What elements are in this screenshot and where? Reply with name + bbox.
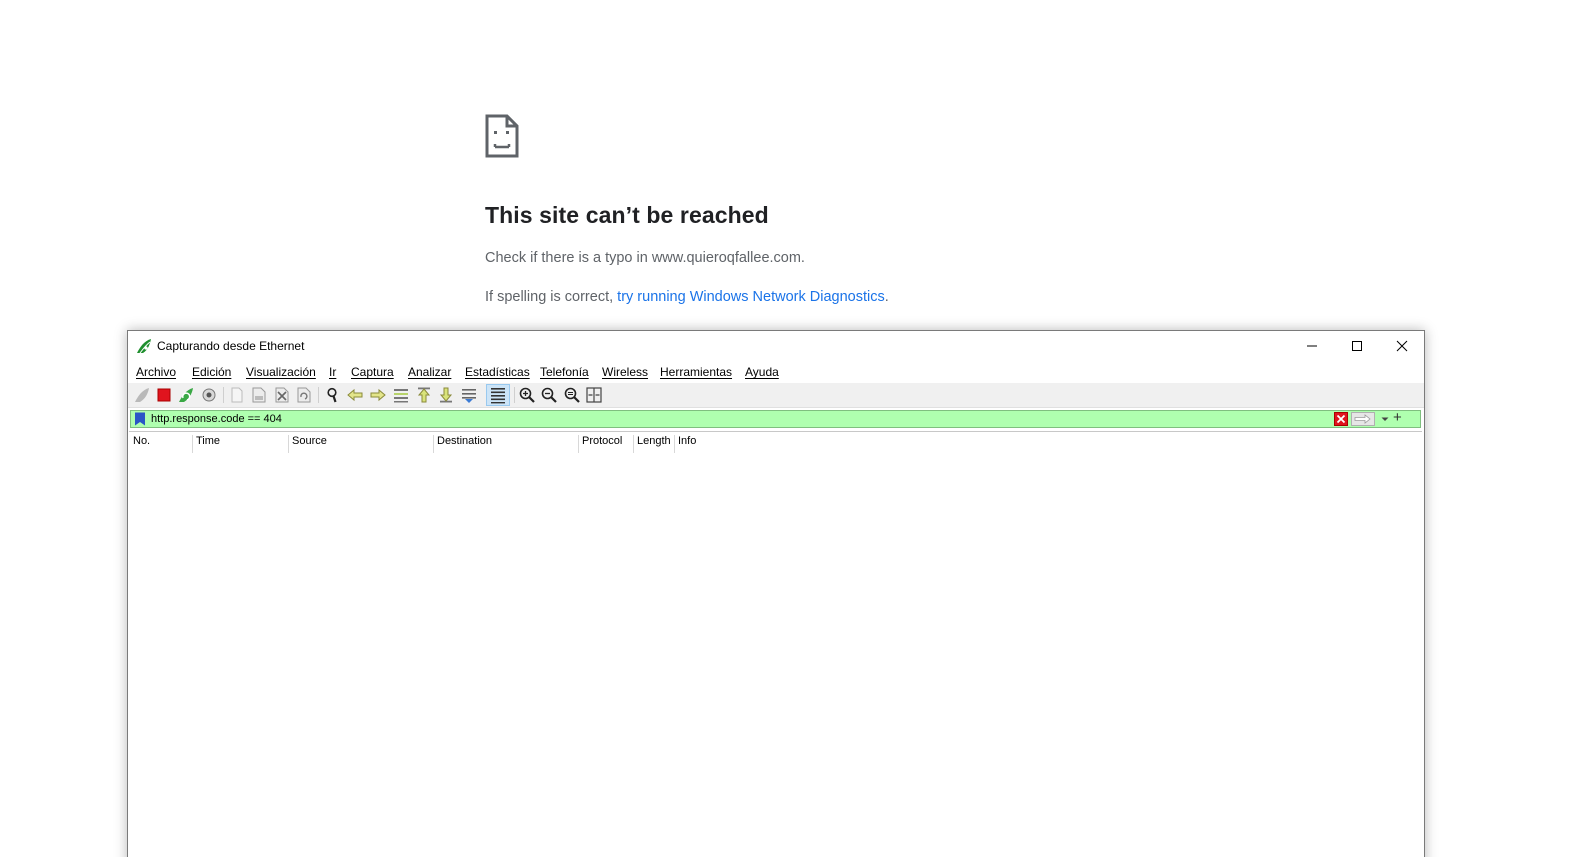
go-forward-icon[interactable] bbox=[369, 386, 387, 404]
toolbar-separator bbox=[318, 387, 319, 403]
menu-herramientas[interactable]: Herramientas bbox=[660, 365, 732, 379]
save-file-icon[interactable] bbox=[250, 386, 268, 404]
column-header-protocol[interactable]: Protocol bbox=[578, 435, 633, 453]
chevron-down-icon[interactable] bbox=[1379, 412, 1391, 426]
capture-options-icon[interactable] bbox=[200, 386, 218, 404]
wireshark-fin-icon bbox=[137, 339, 151, 354]
find-packet-icon[interactable] bbox=[324, 386, 342, 404]
clear-filter-icon[interactable] bbox=[1334, 412, 1348, 426]
menu-ir[interactable]: Ir bbox=[329, 365, 336, 379]
stop-capture-icon[interactable] bbox=[155, 386, 173, 404]
sad-document-icon bbox=[485, 114, 519, 158]
column-header-info[interactable]: Info bbox=[674, 435, 874, 453]
add-filter-button[interactable]: + bbox=[1393, 410, 1402, 426]
zoom-normal-icon[interactable] bbox=[563, 386, 581, 404]
error-diagnostics-hint: If spelling is correct, try running Wind… bbox=[485, 289, 889, 305]
close-icon bbox=[1396, 340, 1407, 352]
toolbar-separator bbox=[514, 387, 515, 403]
autoscroll-icon[interactable] bbox=[460, 386, 478, 404]
diagnostics-link[interactable]: try running Windows Network Diagnostics bbox=[617, 289, 885, 305]
display-filter-bar bbox=[130, 410, 1421, 428]
column-header-destination[interactable]: Destination bbox=[433, 435, 578, 453]
wireshark-window: Capturando desde Ethernet Archivo Edició… bbox=[127, 330, 1425, 857]
column-header-source[interactable]: Source bbox=[288, 435, 433, 453]
apply-filter-icon[interactable] bbox=[1351, 412, 1375, 426]
zoom-out-icon[interactable] bbox=[540, 386, 558, 404]
menu-visualizacion[interactable]: Visualización bbox=[246, 365, 316, 379]
minimize-button[interactable] bbox=[1289, 331, 1334, 361]
menu-captura[interactable]: Captura bbox=[351, 365, 394, 379]
menu-edicion[interactable]: Edición bbox=[192, 365, 231, 379]
zoom-in-icon[interactable] bbox=[518, 386, 536, 404]
maximize-button[interactable] bbox=[1334, 331, 1379, 361]
main-toolbar bbox=[128, 383, 1424, 408]
error-diagnostics-prefix: If spelling is correct, bbox=[485, 289, 618, 305]
colorize-button-active[interactable] bbox=[486, 384, 510, 406]
bookmark-icon[interactable] bbox=[134, 412, 146, 426]
menu-telefonia[interactable]: Telefonía bbox=[540, 365, 589, 379]
column-header-time[interactable]: Time bbox=[192, 435, 288, 453]
go-back-icon[interactable] bbox=[346, 386, 364, 404]
minimize-icon bbox=[1306, 345, 1317, 347]
error-typo-hint: Check if there is a typo in www.quieroqf… bbox=[485, 250, 805, 266]
column-header-no[interactable]: No. bbox=[130, 435, 192, 453]
close-button[interactable] bbox=[1379, 331, 1424, 361]
reload-file-icon[interactable] bbox=[295, 386, 313, 404]
restart-capture-icon[interactable] bbox=[177, 386, 195, 404]
screen: This site can’t be reached Check if ther… bbox=[0, 0, 1594, 857]
open-file-icon[interactable] bbox=[228, 386, 246, 404]
toolbar-separator bbox=[223, 387, 224, 403]
menu-archivo[interactable]: Archivo bbox=[136, 365, 176, 379]
error-title: This site can’t be reached bbox=[485, 202, 769, 228]
window-title: Capturando desde Ethernet bbox=[157, 339, 305, 353]
go-to-packet-icon[interactable] bbox=[392, 386, 410, 404]
start-capture-icon[interactable] bbox=[133, 386, 151, 404]
resize-columns-icon[interactable] bbox=[585, 386, 603, 404]
maximize-icon bbox=[1351, 341, 1362, 351]
close-file-icon[interactable] bbox=[273, 386, 291, 404]
display-filter-input[interactable] bbox=[151, 411, 1321, 427]
menu-ayuda[interactable]: Ayuda bbox=[745, 365, 779, 379]
column-header-length[interactable]: Length bbox=[633, 435, 674, 453]
menu-estadisticas[interactable]: Estadísticas bbox=[465, 365, 530, 379]
menu-wireless[interactable]: Wireless bbox=[602, 365, 648, 379]
packet-list[interactable]: No. Time Source Destination Protocol Len… bbox=[129, 431, 1422, 857]
first-packet-icon[interactable] bbox=[415, 386, 433, 404]
last-packet-icon[interactable] bbox=[437, 386, 455, 404]
menu-bar: Archivo Edición Visualización Ir Captura… bbox=[128, 362, 1424, 382]
colorize-icon bbox=[491, 388, 505, 404]
error-diagnostics-suffix: . bbox=[884, 289, 889, 305]
window-titlebar[interactable]: Capturando desde Ethernet bbox=[128, 331, 1424, 361]
menu-analizar[interactable]: Analizar bbox=[408, 365, 451, 379]
